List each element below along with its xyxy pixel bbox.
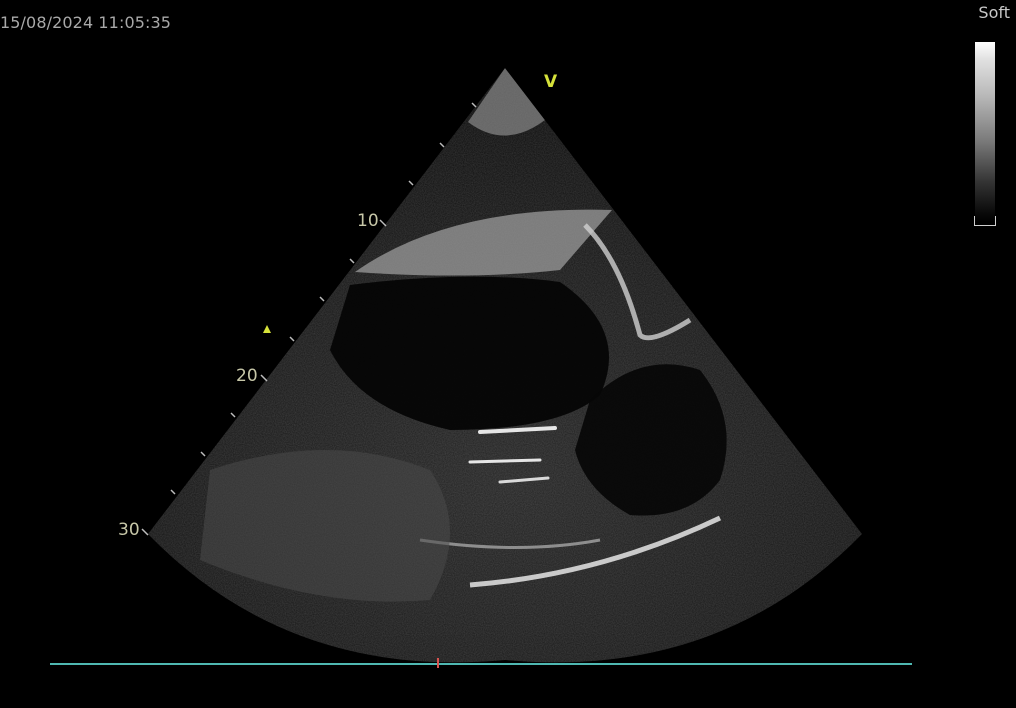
valve-leaflet-echo xyxy=(468,458,542,464)
focal-zone-marker[interactable] xyxy=(263,325,271,333)
probe-orientation-marker: V xyxy=(544,72,558,92)
depth-label-10: 10 xyxy=(357,211,379,231)
ecg-cursor[interactable] xyxy=(437,658,439,668)
depth-label-30: 30 xyxy=(118,520,140,540)
depth-label-20: 20 xyxy=(236,366,258,386)
ecg-trace-line xyxy=(50,663,912,665)
ultrasound-sector-image xyxy=(141,68,862,663)
